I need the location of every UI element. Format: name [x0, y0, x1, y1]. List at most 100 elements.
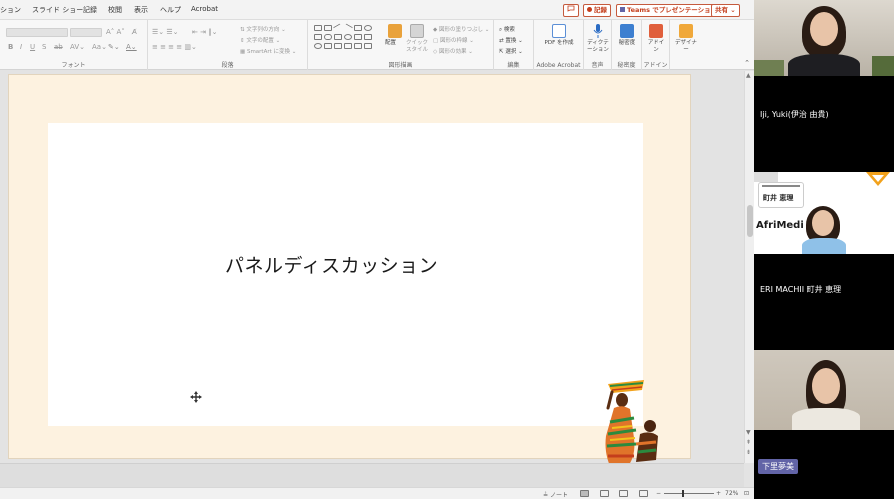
record-button[interactable]: 記録: [583, 4, 611, 17]
zoom-slider[interactable]: [664, 490, 714, 497]
bold-icon[interactable]: B: [8, 43, 13, 51]
tab-acrobat[interactable]: Acrobat: [191, 5, 218, 13]
smartart-button[interactable]: ▦ SmartArt に変換 ⌄: [240, 47, 296, 55]
participant-tile-2[interactable]: Iji, Yuki(伊治 由貴): [754, 76, 894, 172]
zoom-slider-thumb[interactable]: [682, 490, 684, 497]
shape-arrow-right-icon[interactable]: [334, 34, 342, 40]
font-size-box[interactable]: [70, 28, 102, 37]
fit-slide-icon[interactable]: ⊡: [744, 490, 749, 497]
participant-video-5[interactable]: 下里夢美: [754, 350, 894, 499]
designer-icon[interactable]: [679, 24, 693, 38]
slideshow-view-icon[interactable]: [639, 490, 648, 497]
slide-sorter-icon[interactable]: [600, 490, 609, 497]
find-button[interactable]: ⌕ 検索: [499, 25, 515, 34]
shadow-icon[interactable]: S: [42, 43, 46, 51]
select-button[interactable]: ⇱ 選択 ⌄: [499, 47, 523, 55]
grow-font-icon[interactable]: A˄ A˅: [106, 28, 125, 36]
text-direction-button[interactable]: ⇅ 文字列の方向 ⌄: [240, 25, 286, 33]
shape-fill-button[interactable]: ◆ 図形の塗りつぶし ⌄: [433, 25, 489, 33]
tab-animation[interactable]: ション: [0, 5, 21, 15]
shapes-gallery[interactable]: [314, 23, 382, 55]
next-slide-icon[interactable]: ⇟: [746, 449, 751, 456]
replace-button[interactable]: ⇄ 置換 ⌄: [499, 36, 523, 44]
strikethrough-icon[interactable]: ab: [54, 43, 63, 51]
afrimedi-badge: AfriMedi: [756, 220, 804, 231]
scroll-up-icon[interactable]: ▲: [746, 72, 751, 79]
indent-icon[interactable]: ⇤ ⇥ ‖⌄: [192, 28, 218, 36]
shape-rect-icon[interactable]: [354, 25, 362, 31]
sensitivity-icon[interactable]: [620, 24, 634, 38]
shape-heart-icon[interactable]: [314, 43, 322, 49]
clear-format-icon[interactable]: A̸: [132, 28, 137, 36]
font-color-icon[interactable]: A⌄: [126, 43, 137, 51]
tab-review[interactable]: 校閲: [108, 5, 122, 15]
underline-icon[interactable]: U: [30, 43, 35, 51]
normal-view-icon[interactable]: [580, 490, 589, 497]
reading-view-icon[interactable]: [619, 490, 628, 497]
font-name-box[interactable]: [6, 28, 68, 37]
tab-view[interactable]: 表示: [134, 5, 148, 15]
tab-slideshow[interactable]: スライド ショー: [32, 5, 83, 15]
shape-curve-icon[interactable]: [324, 43, 332, 49]
shape-textbox-v-icon[interactable]: [324, 25, 332, 31]
tab-record[interactable]: 記録: [83, 5, 97, 15]
shape-arrow-icon[interactable]: [343, 23, 353, 33]
bullets-icon[interactable]: ☰⌄ ☰⌄: [152, 28, 179, 36]
prev-slide-icon[interactable]: ⇞: [746, 439, 751, 446]
shape-brace-icon[interactable]: [354, 34, 362, 40]
present-in-teams-button[interactable]: Teams でプレゼンテーション: [616, 4, 722, 17]
record-button-label: 記録: [594, 6, 607, 14]
arrange-icon[interactable]: [388, 24, 402, 38]
shape-bracket-icon[interactable]: [354, 43, 362, 49]
microphone-icon[interactable]: [593, 24, 603, 38]
shape-effects-button[interactable]: ◇ 図形の効果 ⌄: [433, 47, 473, 55]
case-icon[interactable]: Aa⌄: [92, 43, 107, 51]
shape-rounded-icon[interactable]: [324, 34, 332, 40]
participant-body-5: [792, 408, 860, 430]
shape-outline-button[interactable]: ▢ 図形の枠線 ⌄: [433, 36, 474, 44]
paragraph-group-label: 段落: [221, 62, 234, 69]
notes-button[interactable]: ≟ ノート: [543, 490, 568, 499]
shape-triangle-icon[interactable]: [314, 34, 322, 40]
scroll-down-icon[interactable]: ▼: [746, 429, 751, 436]
shape-circle-icon[interactable]: [344, 34, 352, 40]
shape-line-icon[interactable]: [333, 23, 343, 33]
participant-video-3[interactable]: 町井 恵理 AfriMedi: [754, 172, 894, 254]
highlight-icon[interactable]: ✎⌄: [108, 43, 120, 51]
shape-wave-icon[interactable]: [344, 43, 352, 49]
drawing-group-label: 図形描画: [388, 62, 413, 69]
record-dot-icon: [587, 7, 592, 12]
create-pdf-icon[interactable]: [552, 24, 566, 38]
participant-tile-4[interactable]: ERI MACHII 町井 恵理: [754, 254, 894, 350]
shape-oval-icon[interactable]: [364, 25, 372, 31]
shape-callout-icon[interactable]: [334, 43, 342, 49]
slide-title[interactable]: パネルディスカッション: [225, 251, 438, 278]
share-button[interactable]: 共有 ⌄: [711, 4, 740, 17]
shape-textbox-icon[interactable]: [314, 25, 322, 31]
participant-video-1[interactable]: [754, 0, 894, 76]
align-text-button[interactable]: ⇕ 文字の配置 ⌄: [240, 36, 280, 44]
italic-icon[interactable]: I: [20, 43, 22, 51]
align-icons[interactable]: ≡ ≡ ≡ ≡ ▥⌄: [152, 43, 197, 51]
replace-label: 置換: [505, 38, 517, 44]
african-mother-child-illustration: [605, 380, 658, 466]
scroll-thumb[interactable]: [747, 205, 753, 237]
comments-button[interactable]: [563, 4, 579, 17]
addins-group-label: アドイン: [643, 62, 668, 69]
addins-icon[interactable]: [649, 24, 663, 38]
zoom-level[interactable]: 72%: [725, 490, 738, 497]
collapse-ribbon-icon[interactable]: ⌃: [744, 59, 750, 67]
zoom-out-icon[interactable]: −: [656, 490, 661, 497]
plant-decor-right: [872, 56, 894, 76]
vertical-scrollbar[interactable]: ▲ ▼ ⇞ ⇟: [744, 71, 754, 463]
slide[interactable]: パネルディスカッション: [48, 123, 658, 466]
orange-diamond-logo-icon: [866, 172, 890, 186]
zoom-in-icon[interactable]: +: [716, 490, 721, 497]
participant-face: [810, 12, 838, 46]
shape-more-icon[interactable]: [364, 43, 372, 49]
quick-style-icon[interactable]: [410, 24, 424, 38]
tab-help[interactable]: ヘルプ: [160, 5, 181, 15]
spacing-icon[interactable]: AV⌄: [70, 43, 85, 51]
shape-star-icon[interactable]: [364, 34, 372, 40]
notes-pane[interactable]: [0, 463, 744, 487]
